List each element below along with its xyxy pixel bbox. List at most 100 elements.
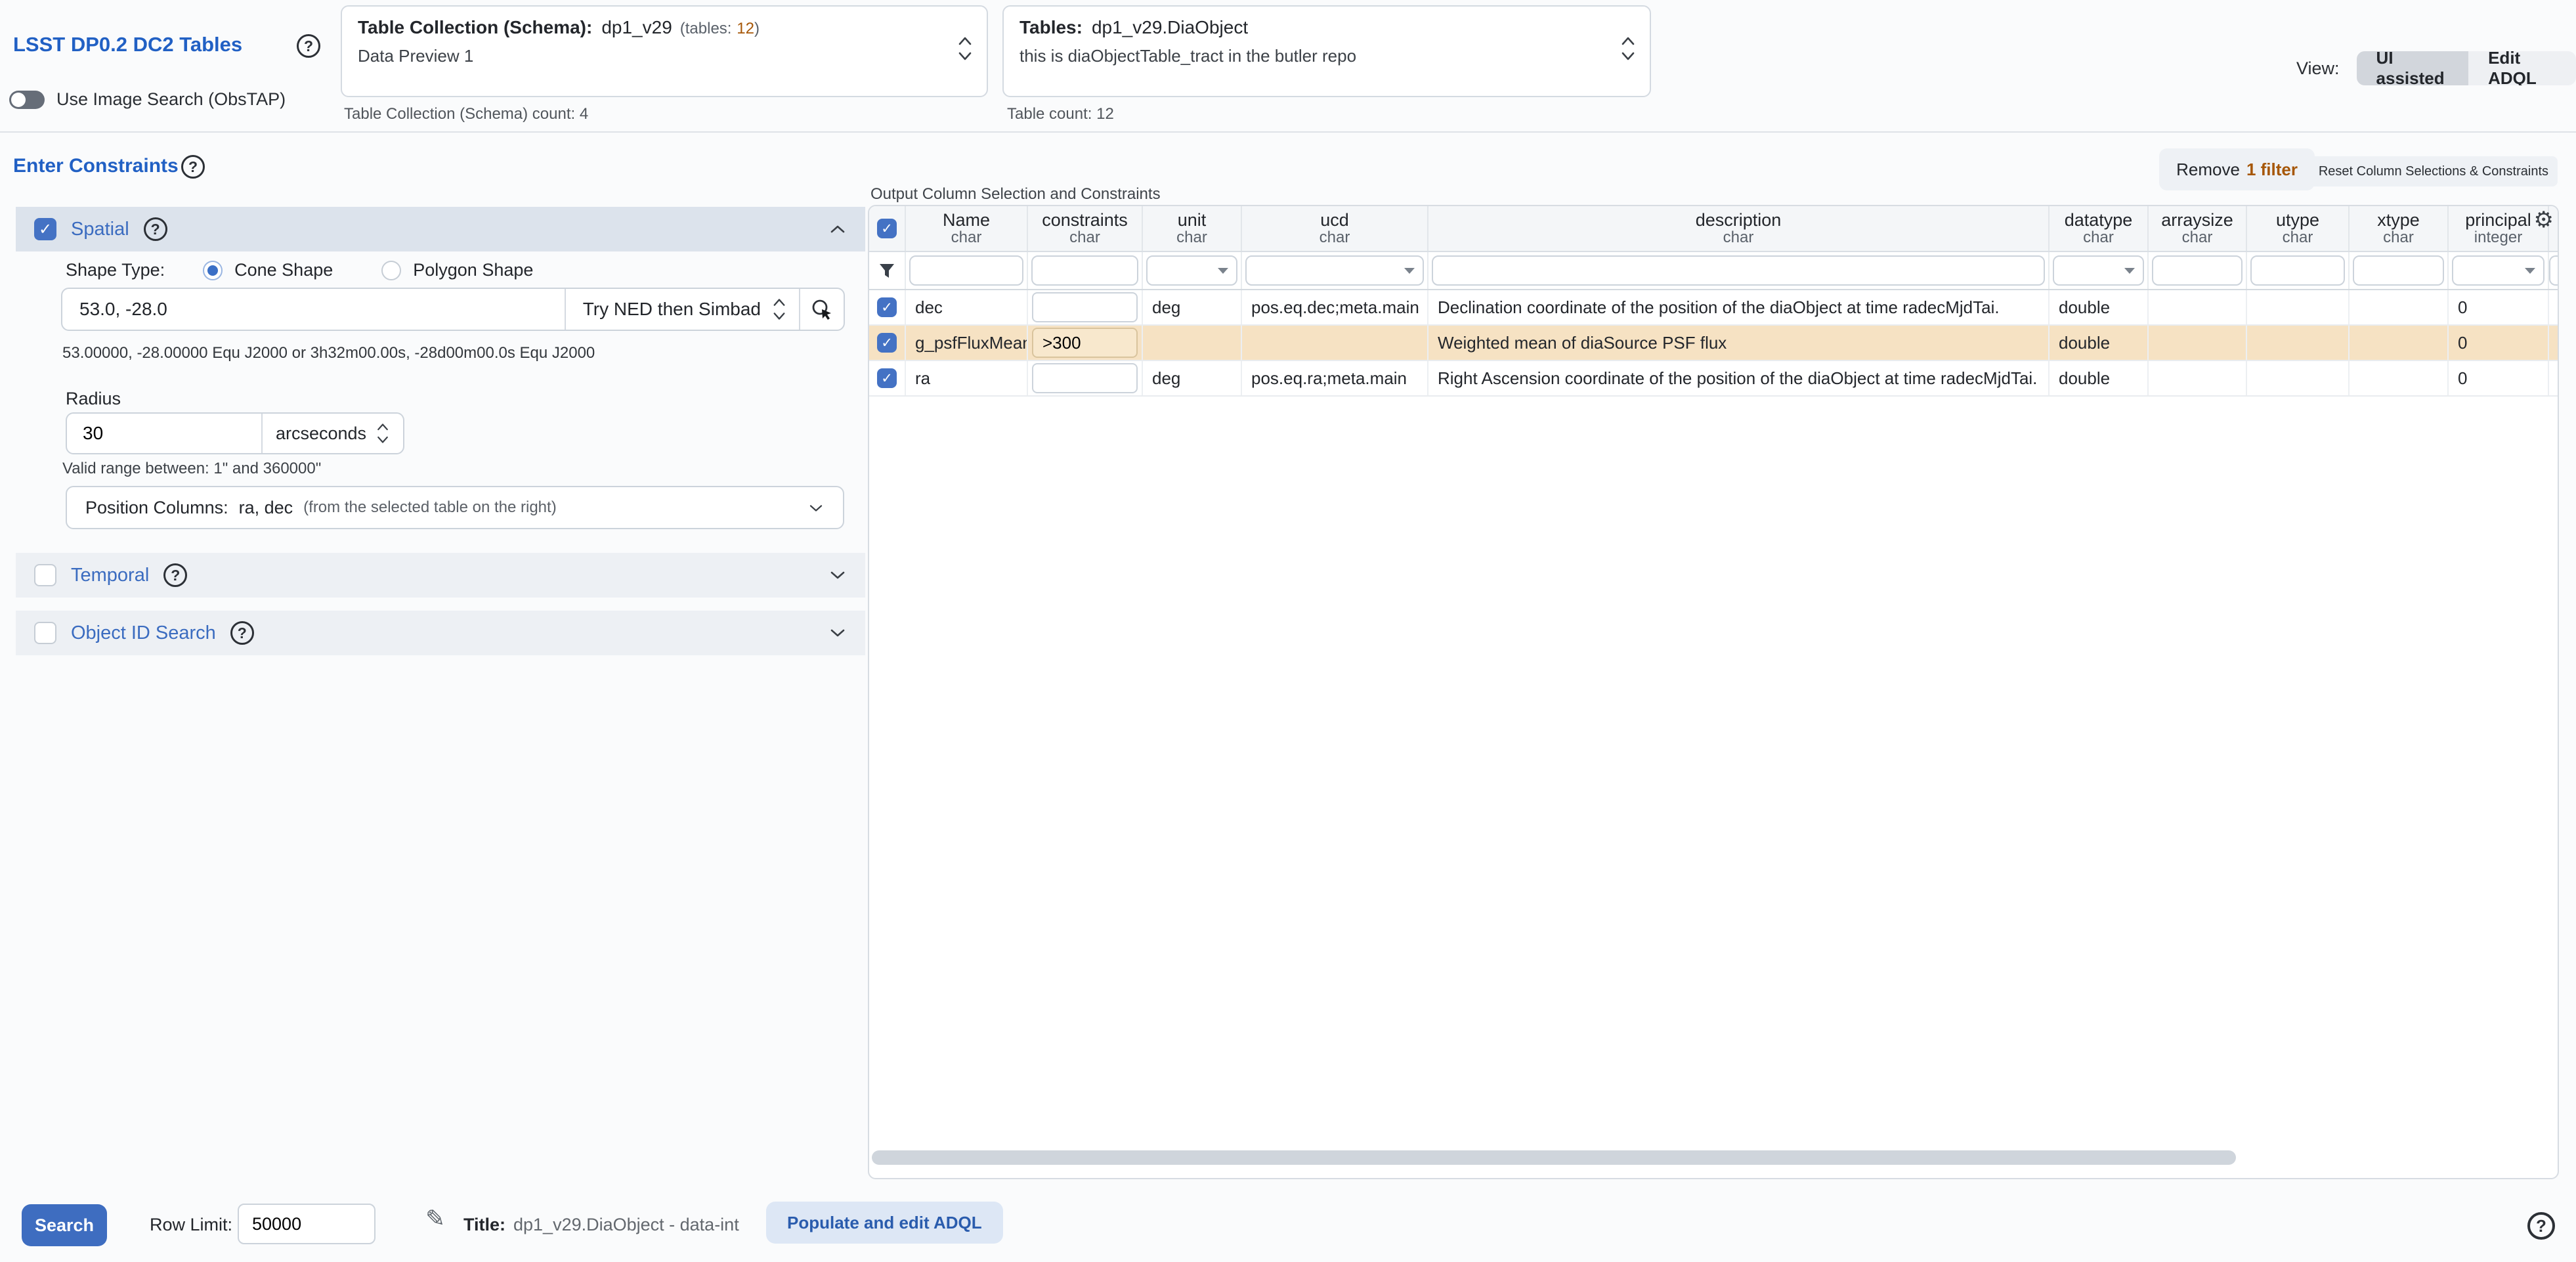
schema-value: dp1_v29 [601, 17, 672, 37]
table-header-row: ✓ Namechar constraintschar unitchar ucdc… [869, 206, 2558, 252]
filter-unit-select[interactable] [1146, 255, 1237, 286]
cell-description: Weighted mean of diaSource PSF flux [1428, 326, 2050, 360]
tables-value: dp1_v29.DiaObject [1092, 17, 1248, 37]
radius-input[interactable] [67, 414, 261, 453]
cell-description: Right Ascension coordinate of the positi… [1428, 361, 2050, 395]
table-row-highlighted[interactable]: ✓ g_psfFluxMean Weighted mean of diaSour… [869, 326, 2558, 361]
cell-unit [1143, 326, 1242, 360]
radius-unit-select[interactable]: arcseconds [261, 414, 403, 453]
object-id-label: Object ID Search [71, 622, 216, 644]
populate-adql-button[interactable]: Populate and edit ADQL [766, 1202, 1003, 1244]
locate-on-image-button[interactable] [799, 289, 844, 330]
constraint-input[interactable] [1032, 328, 1138, 358]
remove-filter-count: 1 filter [2246, 160, 2298, 180]
tables-select[interactable]: Tables:dp1_v29.DiaObject this is diaObje… [1002, 5, 1651, 97]
temporal-help-icon[interactable]: ? [163, 563, 187, 587]
row-checkbox[interactable]: ✓ [877, 368, 897, 388]
output-columns-table: ⚙ ✓ Namechar constraintschar unitchar uc… [868, 205, 2559, 1179]
object-id-checkbox[interactable] [34, 622, 56, 644]
view-option-edit-adql[interactable]: Edit ADQL [2468, 51, 2576, 85]
radius-label: Radius [66, 389, 121, 409]
temporal-label: Temporal [71, 565, 149, 586]
resolver-select[interactable]: Try NED then Simbad [565, 289, 799, 330]
dropdown-arrow-icon [1404, 268, 1415, 274]
row-checkbox[interactable]: ✓ [877, 333, 897, 353]
enter-constraints-help-icon[interactable]: ? [181, 155, 205, 179]
reset-columns-button[interactable]: Reset Column Selections & Constraints [2309, 156, 2558, 186]
horizontal-scrollbar[interactable] [872, 1150, 2236, 1165]
image-search-toggle[interactable]: Use Image Search (ObsTAP) [9, 89, 286, 110]
column-header-name[interactable]: Namechar [906, 206, 1028, 251]
cell-unit: deg [1143, 361, 1242, 395]
radius-hint: Valid range between: 1" and 360000" [62, 460, 321, 478]
filter-ucd-select[interactable] [1245, 255, 1424, 286]
pencil-icon[interactable]: ✎ [425, 1206, 445, 1232]
polygon-shape-radio[interactable] [381, 261, 401, 280]
schema-count-caption: Table Collection (Schema) count: 4 [344, 105, 588, 123]
filter-name-input[interactable] [909, 255, 1023, 286]
cell-utype [2247, 290, 2350, 324]
output-table-caption: Output Column Selection and Constraints [870, 185, 1161, 204]
position-columns-select[interactable]: Position Columns: ra, dec (from the sele… [66, 486, 844, 529]
row-limit-input[interactable] [238, 1204, 376, 1244]
view-option-ui-assisted[interactable]: UI assisted [2357, 51, 2469, 85]
spatial-checkbox[interactable]: ✓ [34, 218, 56, 240]
view-label: View: [2296, 58, 2340, 79]
column-header-arraysize[interactable]: arraysizechar [2149, 206, 2247, 251]
cone-shape-radio[interactable] [203, 261, 223, 280]
constraint-input[interactable] [1032, 292, 1138, 322]
filter-arraysize-input[interactable] [2152, 255, 2243, 286]
cell-ucd: pos.eq.dec;meta.main [1242, 290, 1428, 324]
cell-datatype: double [2050, 361, 2149, 395]
search-button[interactable]: Search [22, 1204, 107, 1246]
spatial-section-header[interactable]: ✓ Spatial ? [16, 207, 865, 251]
table-row[interactable]: ✓ dec deg pos.eq.dec;meta.main Declinati… [869, 290, 2558, 326]
gear-icon[interactable]: ⚙ [2534, 209, 2554, 231]
coordinates-input[interactable] [62, 289, 565, 330]
schema-select[interactable]: Table Collection (Schema):dp1_v29(tables… [341, 5, 988, 97]
cell-arraysize [2149, 361, 2247, 395]
filter-constraints-input[interactable] [1031, 255, 1138, 286]
filter-datatype-select[interactable] [2053, 255, 2144, 286]
row-checkbox[interactable]: ✓ [877, 297, 897, 317]
position-columns-label: Position Columns: [85, 498, 228, 518]
column-header-xtype[interactable]: xtypechar [2350, 206, 2449, 251]
temporal-section-header[interactable]: Temporal ? [16, 553, 865, 598]
shape-type-label: Shape Type: [66, 260, 165, 280]
chevron-up-icon[interactable] [828, 219, 847, 240]
filter-principal-select[interactable] [2452, 255, 2544, 286]
chevron-down-icon[interactable] [828, 623, 847, 643]
page-title: LSST DP0.2 DC2 Tables [13, 33, 242, 56]
object-id-help-icon[interactable]: ? [230, 621, 254, 645]
table-row[interactable]: ✓ ra deg pos.eq.ra;meta.main Right Ascen… [869, 361, 2558, 397]
cell-xtype [2350, 290, 2449, 324]
tables-select-title: Tables:dp1_v29.DiaObject [1020, 17, 1634, 38]
temporal-checkbox[interactable] [34, 564, 56, 586]
constraint-input[interactable] [1032, 363, 1138, 393]
footer-help-icon[interactable]: ? [2527, 1212, 2555, 1240]
select-all-checkbox[interactable]: ✓ [877, 219, 897, 238]
column-header-utype[interactable]: utypechar [2247, 206, 2350, 251]
cell-principal: 0 [2449, 361, 2549, 395]
chevron-updown-icon [771, 296, 787, 322]
filter-utype-input[interactable] [2250, 255, 2345, 286]
chevron-down-icon[interactable] [828, 565, 847, 586]
remove-filter-button[interactable]: Remove 1 filter [2159, 148, 2315, 190]
column-header-unit[interactable]: unitchar [1143, 206, 1242, 251]
shape-type-row: Shape Type: Cone Shape Polygon Shape [66, 260, 533, 280]
position-columns-value: ra, dec [239, 498, 293, 518]
column-header-description[interactable]: descriptionchar [1428, 206, 2050, 251]
filter-description-input[interactable] [1432, 255, 2045, 286]
column-header-ucd[interactable]: ucdchar [1242, 206, 1428, 251]
column-header-datatype[interactable]: datatypechar [2050, 206, 2149, 251]
remove-filter-prefix: Remove [2176, 160, 2240, 180]
cell-utype [2247, 326, 2350, 360]
cell-name: dec [906, 290, 1028, 324]
table-filter-row [869, 252, 2558, 290]
object-id-section-header[interactable]: Object ID Search ? [16, 611, 865, 655]
filter-xtype-input[interactable] [2353, 255, 2444, 286]
column-header-constraints[interactable]: constraintschar [1028, 206, 1143, 251]
title-help-icon[interactable]: ? [297, 34, 320, 58]
coordinate-input-group: Try NED then Simbad [61, 288, 845, 331]
spatial-help-icon[interactable]: ? [144, 217, 167, 241]
